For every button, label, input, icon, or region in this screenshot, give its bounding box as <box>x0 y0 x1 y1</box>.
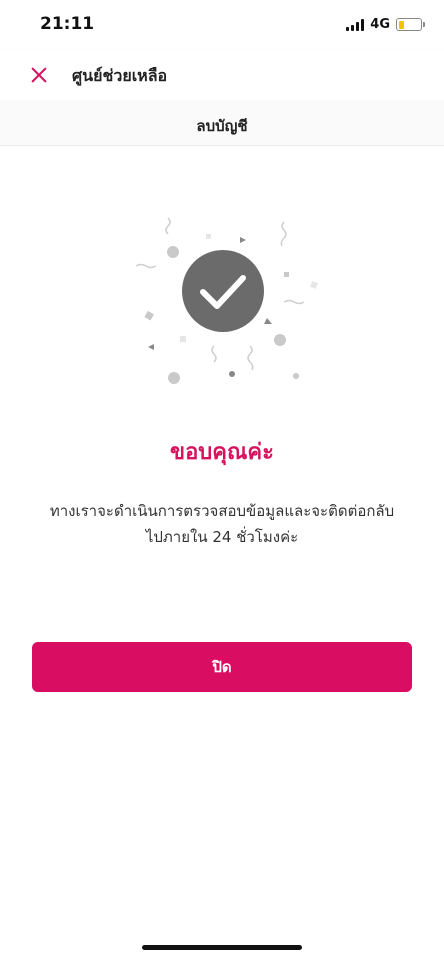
signal-icon <box>346 18 365 31</box>
battery-icon <box>396 18 425 31</box>
network-type: 4G <box>370 17 390 32</box>
close-button[interactable]: ปิด <box>32 642 412 692</box>
home-indicator[interactable] <box>142 945 302 950</box>
close-icon[interactable] <box>30 66 48 84</box>
thanks-message-line: ไปภายใน 24 ชั่วโมงค่ะ <box>145 528 299 546</box>
battery-level <box>398 20 404 29</box>
thanks-title: ขอบคุณค่ะ <box>170 440 274 465</box>
thanks-message: ทางเราจะดำเนินการตรวจสอบข้อมูลและจะติดต่… <box>20 498 424 550</box>
status-bar: 21:11 4G <box>0 0 444 50</box>
success-check-icon <box>182 250 264 332</box>
success-illustration <box>122 200 322 400</box>
page-title: ลบบัญชี <box>196 117 248 135</box>
thanks-message-line: ทางเราจะดำเนินการตรวจสอบข้อมูลและจะติดต่… <box>49 502 395 520</box>
section-header: ลบบัญชี <box>0 100 444 146</box>
status-indicators: 4G <box>346 17 425 32</box>
app-header: ศูนย์ช่วยเหลือ <box>0 50 444 100</box>
status-time: 21:11 <box>40 14 95 34</box>
header-title: ศูนย์ช่วยเหลือ <box>72 66 168 85</box>
check-icon <box>200 275 246 309</box>
